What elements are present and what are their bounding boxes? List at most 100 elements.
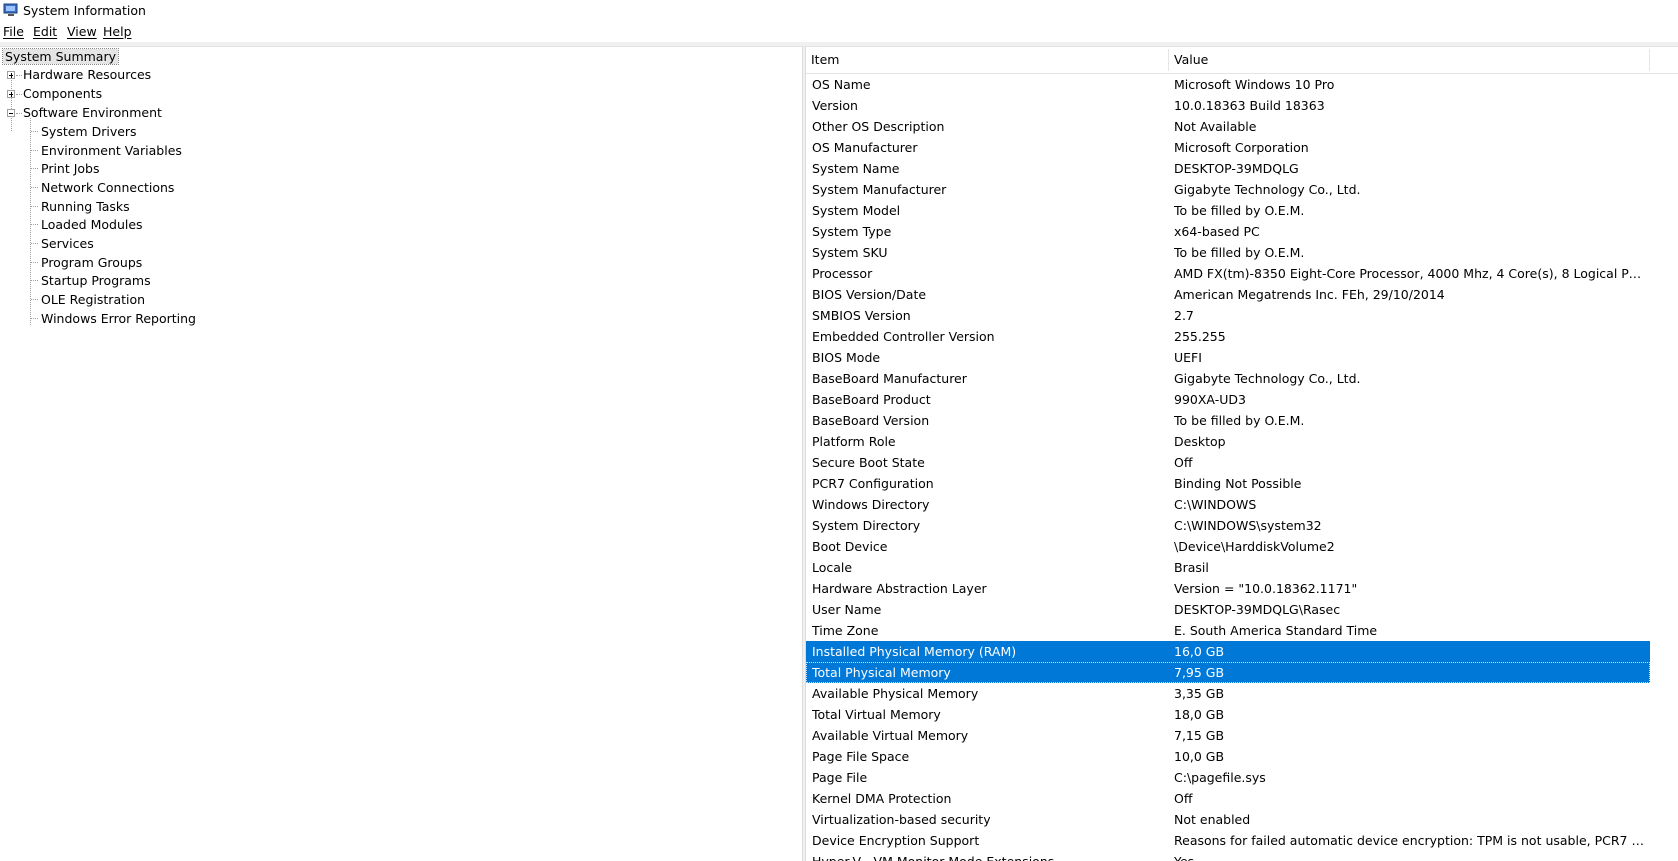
cell-item: System SKU — [812, 245, 888, 260]
table-row[interactable]: Kernel DMA Protection Off — [806, 788, 1678, 809]
tree-item-windows-error-reporting[interactable]: Windows Error Reporting — [39, 309, 198, 328]
window-title: System Information — [23, 3, 146, 18]
expand-plus-icon[interactable] — [7, 90, 15, 98]
cell-item: Available Virtual Memory — [812, 728, 969, 743]
tree-item-startup-programs[interactable]: Startup Programs — [39, 271, 153, 290]
table-row[interactable]: OS Manufacturer Microsoft Corporation — [806, 137, 1678, 158]
table-row[interactable]: Device Encryption Support Reasons for fai… — [806, 830, 1678, 851]
tree-item-system-summary[interactable]: System Summary — [2, 47, 119, 66]
cell-value: Microsoft Windows 10 Pro — [1174, 77, 1335, 92]
table-row[interactable]: Hardware Abstraction Layer Version = "10.… — [806, 578, 1678, 599]
cell-value: Off — [1174, 455, 1193, 470]
tree-item-hardware-resources[interactable]: Hardware Resources — [21, 65, 153, 84]
cell-value: Off — [1174, 791, 1193, 806]
system-information-icon — [3, 3, 18, 16]
table-row[interactable]: BIOS Mode UEFI — [806, 347, 1678, 368]
tree-item-print-jobs[interactable]: Print Jobs — [39, 159, 102, 178]
list-rows: OS Name Microsoft Windows 10 Pro Version 10… — [806, 74, 1678, 861]
table-row[interactable]: Platform Role Desktop — [806, 431, 1678, 452]
table-row[interactable]: Secure Boot State Off — [806, 452, 1678, 473]
cell-item: User Name — [812, 602, 882, 617]
tree-item-environment-variables[interactable]: Environment Variables — [39, 141, 184, 160]
cell-item: System Manufacturer — [812, 182, 947, 197]
table-row[interactable]: Page File C:\pagefile.sys — [806, 767, 1678, 788]
tree-connector — [31, 224, 38, 226]
cell-value: To be filled by O.E.M. — [1174, 245, 1305, 260]
table-row[interactable]: BaseBoard Version To be filled by O.E.M. — [806, 410, 1678, 431]
column-header-item[interactable]: Item — [806, 47, 1168, 73]
menu-help[interactable]: Help — [103, 24, 132, 39]
tree-connector — [31, 168, 38, 170]
tree-connector — [31, 298, 38, 300]
tree-item-software-environment[interactable]: Software Environment — [21, 103, 164, 122]
cell-value: E. South America Standard Time — [1174, 623, 1378, 638]
table-row[interactable]: Windows Directory C:\WINDOWS — [806, 494, 1678, 515]
table-row[interactable]: System Name DESKTOP-39MDQLG — [806, 158, 1678, 179]
table-row[interactable]: BaseBoard Product 990XA-UD3 — [806, 389, 1678, 410]
cell-value: Desktop — [1174, 434, 1226, 449]
cell-item: Hardware Abstraction Layer — [812, 581, 987, 596]
cell-item: Embedded Controller Version — [812, 329, 995, 344]
cell-item: Page File Space — [812, 749, 910, 764]
tree-connector — [31, 186, 38, 188]
table-row[interactable]: Available Physical Memory 3,35 GB — [806, 683, 1678, 704]
table-row[interactable]: Virtualization-based security Not enabled — [806, 809, 1678, 830]
table-row[interactable]: Installed Physical Memory (RAM) 16,0 GB — [806, 641, 1650, 662]
tree-item-services[interactable]: Services — [39, 234, 96, 253]
table-row[interactable]: Processor AMD FX(tm)-8350 Eight-Core Proc… — [806, 263, 1678, 284]
tree-item-running-tasks[interactable]: Running Tasks — [39, 197, 132, 216]
cell-value: Reasons for failed automatic device encr… — [1174, 833, 1644, 848]
cell-item: Other OS Description — [812, 119, 945, 134]
column-divider[interactable] — [1649, 49, 1650, 71]
table-row[interactable]: BIOS Version/Date American Megatrends Inc… — [806, 284, 1678, 305]
table-row[interactable]: System Manufacturer Gigabyte Technology C… — [806, 179, 1678, 200]
category-tree[interactable]: System Summary Hardware Resources Compon… — [0, 47, 802, 861]
tree-item-program-groups[interactable]: Program Groups — [39, 253, 144, 272]
tree-item-label: Services — [41, 235, 94, 251]
cell-item: Page File — [812, 770, 868, 785]
table-row[interactable]: BaseBoard Manufacturer Gigabyte Technolog… — [806, 368, 1678, 389]
column-header-value[interactable]: Value — [1169, 47, 1649, 73]
table-row[interactable]: Hyper-V - VM Monitor Mode Extensions Yes — [806, 851, 1678, 861]
details-list[interactable]: Item Value OS Name Microsoft Windows 10 P… — [806, 47, 1678, 861]
table-row[interactable]: Available Virtual Memory 7,15 GB — [806, 725, 1678, 746]
collapse-minus-icon[interactable] — [7, 109, 15, 117]
cell-value: 18,0 GB — [1174, 707, 1225, 722]
cell-value: 7,95 GB — [1174, 665, 1225, 680]
table-row[interactable]: Total Virtual Memory 18,0 GB — [806, 704, 1678, 725]
table-row[interactable]: Embedded Controller Version 255.255 — [806, 326, 1678, 347]
menu-edit[interactable]: Edit — [33, 24, 57, 39]
tree-item-loaded-modules[interactable]: Loaded Modules — [39, 215, 145, 234]
cell-value: Not Available — [1174, 119, 1257, 134]
cell-item: System Model — [812, 203, 901, 218]
expand-plus-icon[interactable] — [7, 71, 15, 79]
table-row[interactable]: Boot Device \Device\HarddiskVolume2 — [806, 536, 1678, 557]
cell-value: C:\WINDOWS\system32 — [1174, 518, 1322, 533]
table-row[interactable]: System Model To be filled by O.E.M. — [806, 200, 1678, 221]
table-row[interactable]: OS Name Microsoft Windows 10 Pro — [806, 74, 1678, 95]
menu-file[interactable]: File — [3, 24, 24, 39]
table-row[interactable]: SMBIOS Version 2.7 — [806, 305, 1678, 326]
cell-item: System Name — [812, 161, 900, 176]
table-row[interactable]: System Type x64-based PC — [806, 221, 1678, 242]
table-row[interactable]: Version 10.0.18363 Build 18363 — [806, 95, 1678, 116]
menu-view[interactable]: View — [67, 24, 97, 39]
table-row[interactable]: Other OS Description Not Available — [806, 116, 1678, 137]
table-row[interactable]: Locale Brasil — [806, 557, 1678, 578]
cell-value: Version = "10.0.18362.1171" — [1174, 581, 1358, 596]
tree-item-label: System Drivers — [41, 124, 137, 139]
table-row[interactable]: PCR7 Configuration Binding Not Possible — [806, 473, 1678, 494]
tree-item-network-connections[interactable]: Network Connections — [39, 178, 176, 197]
tree-item-ole-registration[interactable]: OLE Registration — [39, 290, 147, 309]
table-row[interactable]: Page File Space 10,0 GB — [806, 746, 1678, 767]
cell-value: 10,0 GB — [1174, 749, 1225, 764]
table-row[interactable]: System Directory C:\WINDOWS\system32 — [806, 515, 1678, 536]
table-row[interactable]: User Name DESKTOP-39MDQLG\Rasec — [806, 599, 1678, 620]
tree-item-system-drivers[interactable]: System Drivers — [39, 122, 139, 141]
menu-bar: File Edit View Help — [0, 22, 1678, 42]
table-row[interactable]: System SKU To be filled by O.E.M. — [806, 242, 1678, 263]
table-row[interactable]: Time Zone E. South America Standard Time — [806, 620, 1678, 641]
cell-value: AMD FX(tm)-8350 Eight-Core Processor, 40… — [1174, 266, 1644, 281]
tree-item-components[interactable]: Components — [21, 84, 104, 103]
table-row[interactable]: Total Physical Memory 7,95 GB — [806, 662, 1650, 683]
